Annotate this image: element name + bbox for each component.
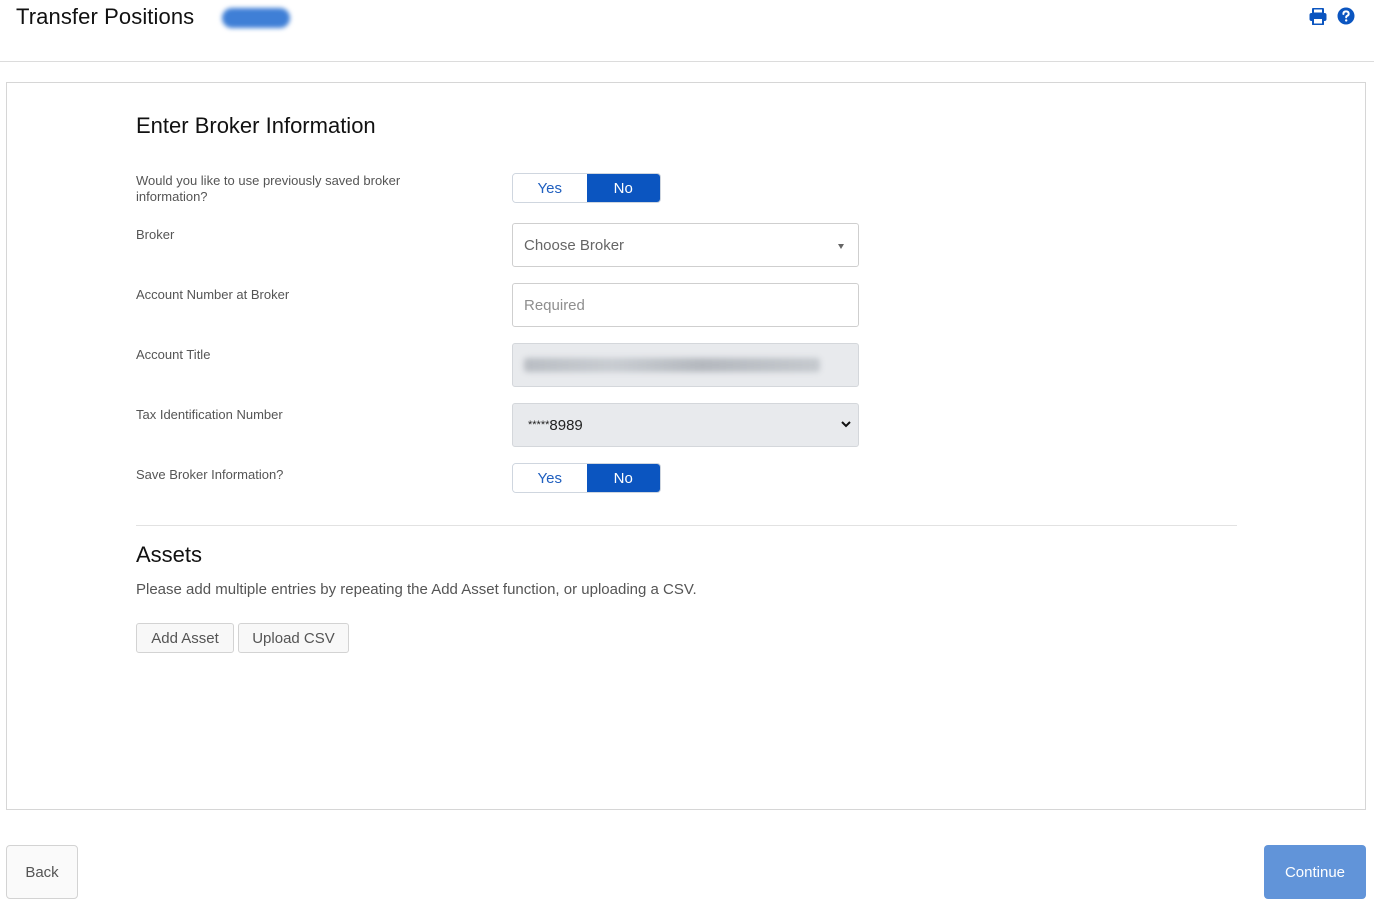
broker-label: Broker [136,227,175,242]
account-title-value: [redacted] [524,358,820,372]
use-saved-broker-label: Would you like to use previously saved b… [136,173,401,204]
save-broker-yes[interactable]: Yes [513,464,587,492]
continue-button[interactable]: Continue [1264,845,1366,899]
tax-id-select[interactable]: *****8989 [512,403,859,447]
account-number-placeholder: Required [524,296,585,314]
add-asset-button[interactable]: Add Asset [136,623,234,653]
broker-section-title: Enter Broker Information [136,113,376,138]
assets-section-title: Assets [136,542,203,567]
account-number-label: Account Number at Broker [136,287,290,302]
save-broker-no[interactable]: No [586,464,660,492]
page-title: Transfer Positions [16,4,195,29]
print-icon[interactable] [1308,6,1328,26]
caret-down-icon [838,244,844,249]
tax-id-label: Tax Identification Number [136,407,283,422]
broker-select[interactable]: Choose Broker [512,223,859,267]
use-saved-broker-toggle: Yes No [512,173,661,203]
account-title-label: Account Title [136,347,211,362]
save-broker-label: Save Broker Information? [136,467,284,482]
save-broker-toggle: Yes No [512,463,661,493]
chevron-down-icon [841,421,851,428]
help-icon[interactable] [1336,6,1356,26]
broker-select-placeholder: Choose Broker [524,236,625,254]
upload-csv-button[interactable]: Upload CSV [238,623,349,653]
account-title-field: [redacted] [512,343,859,387]
section-divider [136,525,1237,526]
page-header: Transfer Positions [0,0,1374,62]
account-number-input[interactable]: Required [512,283,859,327]
use-saved-broker-no[interactable]: No [586,174,660,202]
transfer-form-card: Enter Broker Information Would you like … [6,82,1366,810]
back-button[interactable]: Back [6,845,78,899]
use-saved-broker-yes[interactable]: Yes [513,174,587,202]
assets-description: Please add multiple entries by repeating… [136,581,697,598]
status-badge [222,8,290,28]
header-actions [1308,6,1356,26]
tax-id-value: *****8989 [528,416,583,434]
